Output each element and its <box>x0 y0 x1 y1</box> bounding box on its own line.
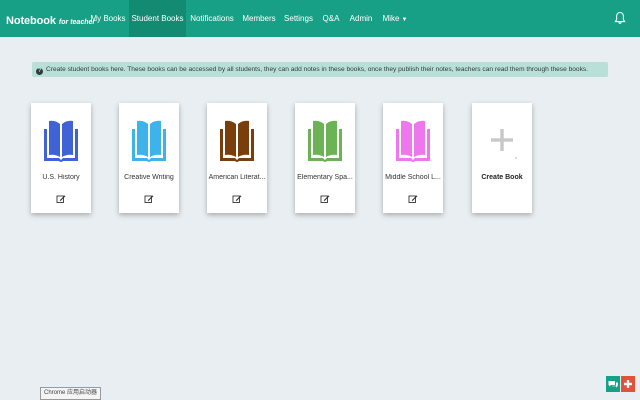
create-book-button[interactable]: Create Book <box>472 103 532 213</box>
edit-icon[interactable] <box>320 194 330 204</box>
info-text: Create student books here. These books c… <box>46 66 589 73</box>
nav-members[interactable]: Members <box>240 0 278 37</box>
nav-my-books-label: My Books <box>90 14 126 23</box>
nav-admin-label: Admin <box>349 14 373 23</box>
book-title: Middle School L... <box>385 174 441 181</box>
book-title: U.S. History <box>42 174 80 181</box>
create-book-label: Create Book <box>481 174 523 181</box>
nav-members-label: Members <box>242 14 276 23</box>
brand-logo[interactable]: Notebook for teacher <box>6 11 95 29</box>
book-icon <box>44 120 78 162</box>
bell-icon[interactable] <box>614 11 626 25</box>
book-card[interactable]: Creative Writing <box>119 103 179 213</box>
book-icon <box>308 120 342 162</box>
book-title: Creative Writing <box>124 174 174 181</box>
book-card[interactable]: U.S. History <box>31 103 91 213</box>
book-title: Elementary Spa... <box>297 174 353 181</box>
edit-icon[interactable] <box>144 194 154 204</box>
info-message: ? Create student books here. These books … <box>32 62 608 77</box>
edit-icon[interactable] <box>408 194 418 204</box>
top-navbar: Notebook for teacher My Books Student Boo… <box>0 0 640 37</box>
nav-student-books[interactable]: Student Books <box>129 0 186 37</box>
edit-icon[interactable] <box>232 194 242 204</box>
book-title: American Literat... <box>208 174 266 181</box>
book-icon <box>396 120 430 162</box>
book-icon <box>132 120 166 162</box>
help-icon[interactable] <box>621 376 635 392</box>
book-card[interactable]: Middle School L... <box>383 103 443 213</box>
nav-my-books[interactable]: My Books <box>86 0 130 37</box>
chevron-down-icon: ▼ <box>401 17 408 23</box>
edit-icon[interactable] <box>56 194 66 204</box>
nav-user-name: Mike <box>382 14 400 23</box>
info-icon: ? <box>36 68 43 75</box>
brand-name: Notebook <box>6 15 56 27</box>
book-icon <box>220 120 254 162</box>
nav-settings[interactable]: Settings <box>281 0 316 37</box>
chrome-tooltip: Chrome 应用启动器 <box>40 387 102 400</box>
decorative-dot <box>515 157 517 159</box>
book-card[interactable]: American Literat... <box>207 103 267 213</box>
nav-notifications-label: Notifications <box>190 14 234 23</box>
nav-notifications[interactable]: Notifications <box>187 0 237 37</box>
plus-icon <box>491 129 513 151</box>
nav-settings-label: Settings <box>284 14 313 23</box>
nav-student-books-label: Student Books <box>131 14 184 23</box>
nav-qa[interactable]: Q&A <box>319 0 343 37</box>
book-card[interactable]: Elementary Spa... <box>295 103 355 213</box>
nav-qa-label: Q&A <box>322 14 340 23</box>
nav-admin[interactable]: Admin <box>346 0 376 37</box>
nav-user-menu[interactable]: Mike ▼ <box>379 0 411 37</box>
chat-icon[interactable] <box>606 376 620 392</box>
